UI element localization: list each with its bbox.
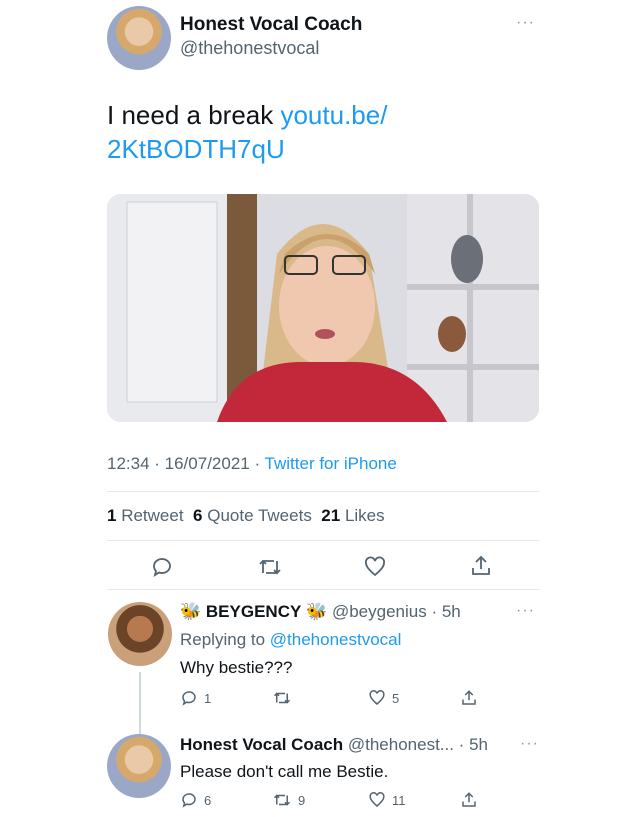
like-count: 11 xyxy=(392,792,406,808)
reply-thread-line xyxy=(139,672,141,740)
retweet-button[interactable] xyxy=(272,689,298,707)
retweet-button[interactable]: 9 xyxy=(272,791,305,809)
tweet-timestamp: 12:34 · 16/07/2021 · Twitter for iPhone xyxy=(107,454,397,474)
reply-icon[interactable] xyxy=(150,555,174,579)
reply-button[interactable]: 1 xyxy=(180,689,211,707)
reply-header: 🐝 BEYGENCY 🐝 @beygenius · 5h xyxy=(180,602,461,622)
divider xyxy=(107,491,540,492)
reply-author-name[interactable]: BEYGENCY xyxy=(206,602,301,621)
like-icon[interactable] xyxy=(363,555,387,579)
quotes-stat[interactable]: 6 Quote Tweets xyxy=(193,506,312,525)
more-options-icon[interactable]: ··· xyxy=(520,735,539,753)
timestamp-text: 12:34 · 16/07/2021 · xyxy=(107,454,265,473)
retweets-stat[interactable]: 1 Retweet xyxy=(107,506,184,525)
replying-to-label: Replying to xyxy=(180,630,270,649)
like-icon xyxy=(369,690,385,705)
more-options-icon[interactable]: ··· xyxy=(516,602,535,620)
author-name[interactable]: Honest Vocal Coach xyxy=(180,14,362,36)
reply-header: Honest Vocal Coach @thehonest... · 5h xyxy=(180,735,488,755)
tweet-text: I need a break youtu.be/ 2KtBODTH7qU xyxy=(107,98,527,166)
share-icon xyxy=(462,690,476,705)
reply-author-handle[interactable]: @beygenius · 5h xyxy=(332,602,461,621)
like-button[interactable]: 11 xyxy=(368,791,406,809)
tweet-stats: 1 Retweet 6 Quote Tweets 21 Likes xyxy=(107,506,385,526)
reply-count: 1 xyxy=(204,690,212,706)
share-icon xyxy=(462,792,476,807)
reply-button[interactable]: 6 xyxy=(180,791,211,809)
reply-icon xyxy=(182,793,196,808)
video-thumbnail-image xyxy=(107,194,539,422)
divider xyxy=(107,589,540,590)
reply-actions: 1 5 xyxy=(180,689,540,711)
likes-count: 21 xyxy=(321,506,341,525)
reply-author-name[interactable]: Honest Vocal Coach xyxy=(180,735,343,754)
reply-avatar[interactable] xyxy=(108,602,172,666)
reply-text: Please don't call me Bestie. xyxy=(180,762,389,781)
bee-emoji-icon: 🐝 xyxy=(306,602,328,621)
source-link[interactable]: Twitter for iPhone xyxy=(265,454,397,473)
replying-to-handle[interactable]: @thehonestvocal xyxy=(270,630,402,649)
reply-text: Why bestie??? xyxy=(180,658,293,677)
divider xyxy=(107,540,540,541)
video-thumbnail[interactable] xyxy=(107,194,539,422)
share-button[interactable] xyxy=(460,790,478,815)
like-count: 5 xyxy=(392,690,400,706)
author-avatar[interactable] xyxy=(107,6,171,70)
bee-emoji-icon: 🐝 xyxy=(180,602,202,621)
tweet-link-part1[interactable]: youtu.be/ xyxy=(280,100,387,130)
like-icon xyxy=(369,792,385,807)
reply-author-handle[interactable]: @thehonest... · 5h xyxy=(348,735,488,754)
reply-avatar[interactable] xyxy=(107,734,171,798)
more-options-icon[interactable]: ··· xyxy=(516,14,535,32)
share-icon[interactable] xyxy=(469,553,493,579)
reply-icon xyxy=(182,691,196,706)
quotes-label: Quote Tweets xyxy=(207,506,312,525)
quotes-count: 6 xyxy=(193,506,203,525)
tweet-text-body: I need a break xyxy=(107,100,281,130)
tweet-link-part2[interactable]: 2KtBODTH7qU xyxy=(107,134,285,164)
retweet-icon[interactable] xyxy=(257,555,283,579)
share-button[interactable] xyxy=(460,688,478,713)
retweets-label: Retweet xyxy=(121,506,184,525)
retweet-icon xyxy=(273,794,291,806)
retweet-count: 9 xyxy=(298,792,306,808)
replying-to: Replying to @thehonestvocal xyxy=(180,630,401,650)
reply-count: 6 xyxy=(204,792,212,808)
reply-actions: 6 9 11 xyxy=(180,791,540,813)
like-button[interactable]: 5 xyxy=(368,689,399,707)
likes-label: Likes xyxy=(344,506,385,525)
author-handle[interactable]: @thehonestvocal xyxy=(180,38,319,59)
likes-stat[interactable]: 21 Likes xyxy=(321,506,384,525)
retweet-icon xyxy=(273,692,291,704)
retweets-count: 1 xyxy=(107,506,117,525)
